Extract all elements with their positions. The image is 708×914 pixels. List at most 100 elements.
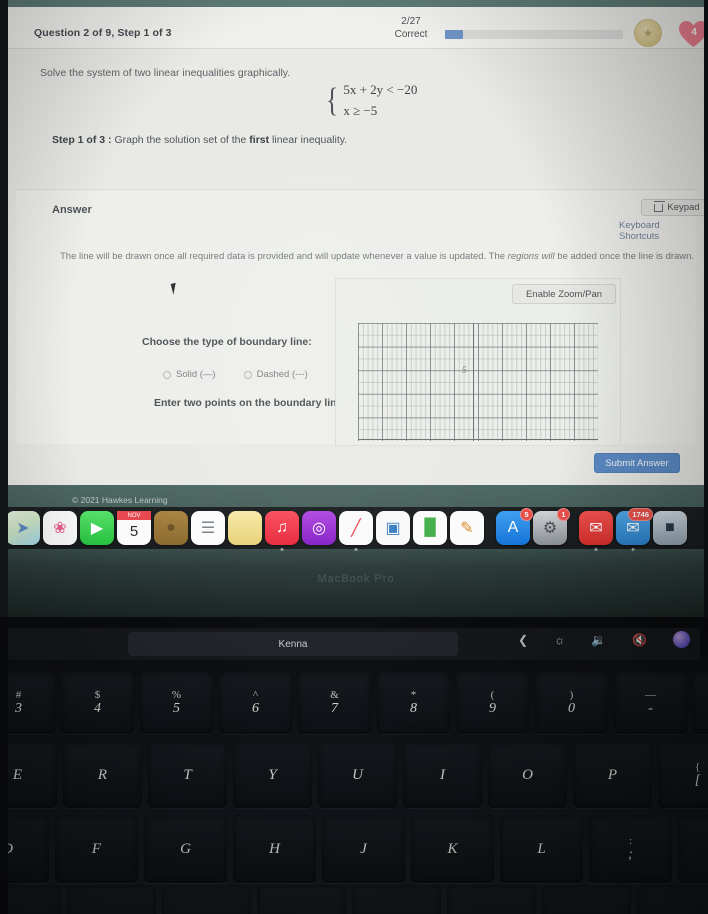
mute-icon[interactable]: 🔇 [632, 633, 647, 647]
news-icon[interactable]: ╱ [339, 511, 373, 551]
score-label: Correct [394, 29, 428, 40]
siri-icon[interactable] [673, 631, 690, 648]
key-x[interactable]: :; [589, 815, 672, 883]
key-secondary-label: ( [490, 689, 495, 701]
key-3[interactable]: #3 [0, 672, 55, 734]
key-5[interactable]: % 5 [140, 672, 213, 734]
key-k[interactable]: K [411, 815, 494, 883]
radio-label-dashed: Dashed (---) [256, 369, 308, 380]
key-x[interactable]: > [542, 885, 631, 914]
key-primary-label: I [440, 767, 445, 783]
notes-icon[interactable] [228, 511, 262, 545]
music-icon[interactable]: ♫ [265, 511, 299, 551]
key-u[interactable]: U [318, 742, 397, 808]
key-secondary-label: — [645, 689, 656, 701]
key-primary-label: 5 [173, 701, 180, 716]
x-axis [358, 439, 598, 440]
key-7[interactable]: & 7 [298, 672, 371, 734]
calendar-icon[interactable]: NOV 5 [117, 511, 151, 545]
key-8[interactable]: * 8 [377, 672, 450, 734]
key-y[interactable]: Y [233, 742, 312, 808]
podcasts-icon[interactable]: ◎ [302, 511, 336, 545]
keyboard-number-row[interactable]: #3$4%5^6&7*8(9)0—-+= [0, 672, 708, 734]
key-e[interactable]: E [0, 742, 57, 808]
key-x[interactable]: += [693, 672, 708, 734]
key-x[interactable]: — - [614, 672, 687, 734]
key-6[interactable]: ^ 6 [219, 672, 292, 734]
radio-dot-solid[interactable] [163, 370, 171, 379]
key-0[interactable]: ) 0 [535, 672, 608, 734]
equation-2: x ≥ −5 [343, 103, 378, 118]
macos-dock[interactable]: ➤ ❀ ▶ NOV 5 ● ☰ ♫ ◎ ╱ ▣ █ ✎ A 5 ⚙ 1 ✉ ✉ 1746 ■ [0, 507, 708, 551]
key-v[interactable]: V [67, 885, 156, 914]
brightness-icon[interactable]: ☼ [554, 633, 565, 647]
key-t[interactable]: T [148, 742, 227, 808]
dock-running-indicator [280, 548, 284, 551]
points-prompt: Enter two points on the boundary line: [154, 397, 346, 409]
page-title: Question 2 of 9, Step 1 of 3 [34, 27, 172, 39]
mail-icon[interactable]: ✉ [579, 511, 613, 551]
key-x[interactable]: < [447, 885, 536, 914]
key-4[interactable]: $4 [61, 672, 134, 734]
answer-hint: The line will be drawn once all required… [60, 250, 695, 264]
key-x[interactable]: "' [678, 815, 708, 883]
keynote-icon[interactable]: ▣ [376, 511, 410, 545]
keyboard-home-row[interactable]: DFGHJKL:;"' [0, 815, 708, 883]
radio-option-solid[interactable]: Solid (—) [163, 369, 216, 380]
screen-bezel-top [0, 0, 708, 7]
key-g[interactable]: G [144, 815, 227, 883]
progress-bar [445, 30, 623, 39]
touchbar-field[interactable]: Kenna [128, 632, 458, 656]
keyboard-shortcuts-link[interactable]: Keyboard Shortcuts [619, 220, 696, 242]
photos-icon[interactable]: ❀ [43, 511, 77, 545]
key-f[interactable]: F [55, 815, 138, 883]
maps-icon[interactable]: ➤ [6, 511, 40, 545]
step-text-after: linear inequality. [272, 134, 348, 146]
system-preferences-icon[interactable]: ⚙ 1 [533, 508, 570, 545]
key-primary-label: - [648, 701, 653, 716]
step-instruction: Step 1 of 3 : Graph the solution set of … [52, 134, 347, 146]
key-secondary-label: * [410, 689, 417, 701]
key-p[interactable]: P [573, 742, 652, 808]
volume-icon[interactable]: 🔉 [591, 633, 606, 647]
pages-icon[interactable]: ✎ [450, 511, 484, 545]
key-h[interactable]: H [233, 815, 316, 883]
key-o[interactable]: O [488, 742, 567, 808]
numbers-icon[interactable]: █ [413, 511, 447, 545]
enable-zoom-pan-button[interactable]: Enable Zoom/Pan [512, 284, 616, 304]
reminders-icon[interactable]: ☰ [191, 511, 225, 545]
key-primary-label: R [97, 767, 108, 783]
keyboard-top-letter-row[interactable]: E R T Y U I O P {[ [0, 742, 708, 808]
keyboard-bottom-letter-row[interactable]: CVBNM<>? [0, 885, 708, 914]
app-store-icon[interactable]: A5 [496, 508, 533, 545]
left-brace: { [326, 81, 339, 119]
key-b[interactable]: B [162, 885, 251, 914]
key-m[interactable]: M [352, 885, 441, 914]
lives-count: 4 [691, 27, 697, 38]
coordinate-plane[interactable]: y x 10 5 [358, 323, 598, 441]
key-primary-label: ; [628, 847, 633, 862]
keypad-button[interactable]: Keypad [641, 199, 708, 216]
key-c[interactable]: C [0, 885, 61, 914]
back-chevron-icon[interactable]: ❮ [518, 633, 528, 647]
touch-bar[interactable]: Kenna ❮ ☼ 🔉 🔇 [8, 628, 700, 660]
finder-icon[interactable]: ■ [653, 511, 687, 545]
key-9[interactable]: (9 [456, 672, 529, 734]
key-n[interactable]: N [257, 885, 346, 914]
key-l[interactable]: L [500, 815, 583, 883]
key-secondary-label: ) [569, 689, 574, 701]
key-j[interactable]: J [322, 815, 405, 883]
key-x[interactable]: {[ [658, 742, 708, 808]
key-x[interactable]: ? [637, 885, 708, 914]
contacts-icon[interactable]: ● [154, 511, 188, 545]
key-primary-label: J [360, 841, 367, 857]
outlook-icon[interactable]: ✉ 1746 [616, 508, 653, 551]
key-i[interactable]: I [403, 742, 482, 808]
submit-answer-button[interactable]: Submit Answer [594, 453, 680, 473]
radio-dot-dashed[interactable] [243, 370, 252, 379]
key-r[interactable]: R [63, 742, 142, 808]
key-primary-label: U [352, 767, 363, 783]
radio-option-dashed[interactable]: Dashed (---) [243, 369, 308, 380]
macbook-brand-label: MacBook Pro [317, 573, 395, 585]
facetime-icon[interactable]: ▶ [80, 511, 114, 545]
